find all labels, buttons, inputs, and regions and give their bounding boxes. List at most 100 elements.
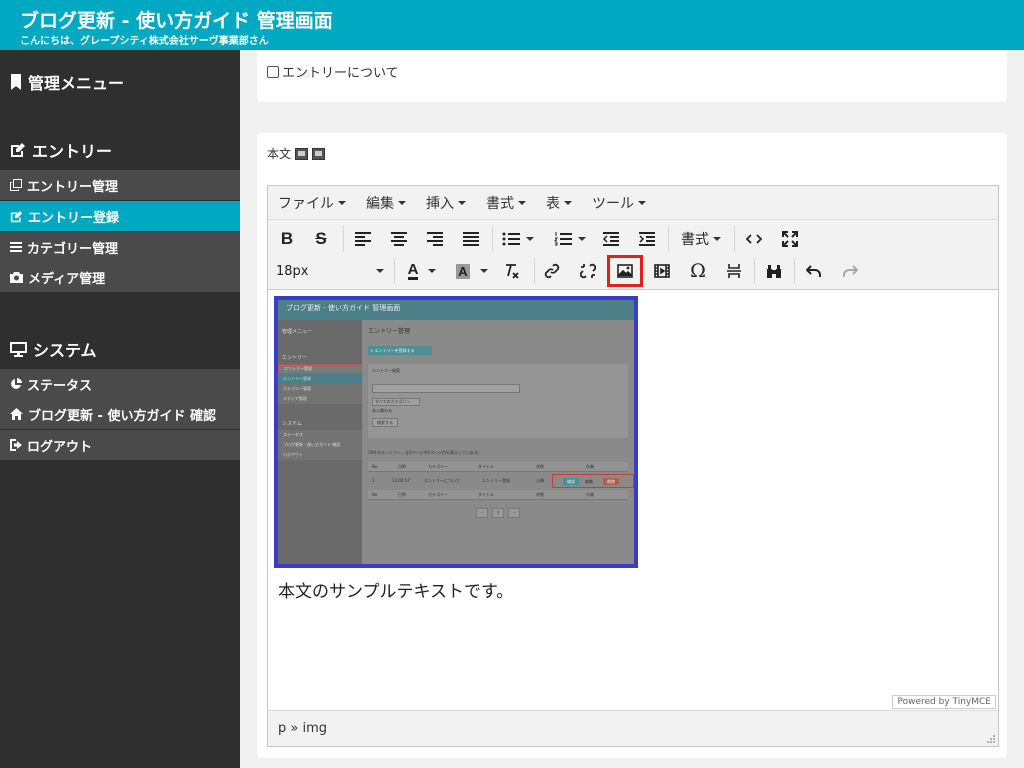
- image-icon: [617, 264, 633, 278]
- sidebar-item-entry-manage[interactable]: エントリー管理: [0, 170, 240, 200]
- page-break-icon: [727, 264, 741, 278]
- background-color-button[interactable]: A: [452, 259, 492, 283]
- page-break-button[interactable]: [722, 259, 746, 283]
- caret-down-icon: [398, 200, 406, 205]
- insert-video-button[interactable]: [650, 259, 674, 283]
- thumb-table-header: No 日時 カテゴリー タイトル 状態 作業: [368, 462, 628, 472]
- editor-menubar: ファイル 編集 挿入 書式 表 ツール: [268, 186, 998, 220]
- thumb-table-footer: No 日時 カテゴリー タイトル 状態 作業: [368, 490, 628, 500]
- element-path[interactable]: p » img: [278, 721, 327, 736]
- caret-down-icon: [564, 200, 572, 205]
- body-text[interactable]: 本文のサンプルテキストです。: [278, 577, 513, 602]
- omega-icon: Ω: [690, 260, 706, 282]
- align-right-icon: [427, 232, 443, 246]
- caret-down-icon: [713, 237, 721, 241]
- thumb-add-button: + エントリーを登録する: [368, 346, 432, 355]
- thumb-pager-page: 1: [492, 508, 504, 518]
- screen-add-icon[interactable]: [312, 147, 326, 160]
- thumb-search-input: [372, 384, 520, 393]
- redo-button[interactable]: [838, 259, 862, 283]
- font-size-select[interactable]: 18px: [276, 259, 384, 283]
- indent-button[interactable]: [636, 227, 658, 251]
- sidebar-item-logout[interactable]: ログアウト: [0, 430, 240, 460]
- source-code-button[interactable]: [742, 227, 766, 251]
- bookmark-icon: [11, 74, 21, 90]
- entry-about-checkbox[interactable]: [267, 65, 279, 78]
- caret-down-icon: [578, 237, 586, 241]
- embedded-screenshot-image[interactable]: ブログ更新 - 使い方ガイド 管理画面 管理メニュー エントリー エントリー管理…: [274, 296, 638, 568]
- caret-down-icon: [458, 200, 466, 205]
- sidebar-item-blog-view[interactable]: ブログ更新 - 使い方ガイド 確認: [0, 399, 240, 429]
- unlink-icon: [580, 263, 596, 279]
- align-left-button[interactable]: [352, 227, 374, 251]
- thumb-search-box: エントリー検索 すべてのカテゴリー 未公開のみ 検索する: [368, 364, 628, 438]
- thumb-page-title: エントリー管理: [368, 328, 411, 335]
- thumb-pager-next: ›: [508, 508, 520, 518]
- align-justify-button[interactable]: [460, 227, 482, 251]
- sidebar-item-category-manage[interactable]: カテゴリー管理: [0, 232, 240, 262]
- body-panel: 本文 ファイル 編集 挿入 書式 表 ツール B S 書式 18px A A Ω…: [257, 133, 1007, 758]
- app-title: ブログ更新 - 使い方ガイド 管理画面: [20, 10, 333, 32]
- list-icon: [10, 242, 22, 252]
- menu-insert[interactable]: 挿入: [426, 193, 466, 213]
- link-icon: [544, 263, 560, 279]
- bullet-list-icon: [502, 232, 520, 246]
- menu-format[interactable]: 書式: [486, 193, 526, 213]
- insert-image-button[interactable]: [607, 255, 643, 287]
- entry-about-row: エントリーについて: [267, 62, 399, 81]
- resize-handle-icon[interactable]: [986, 734, 996, 744]
- numbered-list-icon: [554, 232, 572, 246]
- remove-link-button[interactable]: [576, 259, 600, 283]
- caret-down-icon: [638, 200, 646, 205]
- undo-button[interactable]: [802, 259, 826, 283]
- insert-link-button[interactable]: [540, 259, 564, 283]
- menu-tools[interactable]: ツール: [592, 193, 646, 213]
- rich-text-editor: ファイル 編集 挿入 書式 表 ツール B S 書式 18px A A Ω ブロ…: [267, 185, 999, 747]
- undo-icon: [806, 265, 821, 277]
- thumb-nav-item: エントリー登録: [278, 374, 362, 384]
- video-icon: [654, 264, 670, 278]
- editor-content[interactable]: ブログ更新 - 使い方ガイド 管理画面 管理メニュー エントリー エントリー管理…: [268, 291, 998, 696]
- find-replace-button[interactable]: [762, 259, 786, 283]
- bullet-list-button[interactable]: [500, 227, 536, 251]
- outdent-button[interactable]: [600, 227, 622, 251]
- menu-file[interactable]: ファイル: [278, 193, 346, 213]
- align-center-button[interactable]: [388, 227, 410, 251]
- thumb-nav-item: カテゴリー管理: [278, 384, 362, 394]
- format-dropdown[interactable]: 書式: [676, 227, 726, 251]
- menu-edit[interactable]: 編集: [366, 193, 406, 213]
- strikethrough-button[interactable]: S: [310, 227, 332, 251]
- powered-by-link[interactable]: Powered by TinyMCE: [892, 695, 996, 709]
- sidebar-item-status[interactable]: ステータス: [0, 369, 240, 399]
- caret-down-icon: [479, 269, 488, 273]
- redo-icon: [843, 265, 858, 277]
- thumb-nav-item: ステータス: [278, 430, 362, 440]
- editor-statusbar: p » img: [268, 710, 998, 746]
- screen-icon[interactable]: [295, 147, 309, 160]
- thumb-sidebar: 管理メニュー エントリー エントリー管理 エントリー登録 カテゴリー管理 メディ…: [278, 320, 362, 564]
- clear-formatting-button[interactable]: [500, 259, 524, 283]
- thumb-nav-menu: 管理メニュー: [282, 329, 313, 335]
- entry-about-panel: エントリーについて: [257, 50, 1007, 102]
- binoculars-icon: [767, 265, 781, 278]
- align-center-icon: [391, 232, 407, 246]
- sidebar-item-media-manage[interactable]: メディア管理: [0, 262, 240, 292]
- thumb-nav-entry: エントリー: [282, 355, 308, 361]
- thumb-nav-item: エントリー管理: [278, 364, 362, 374]
- menu-table[interactable]: 表: [546, 193, 572, 213]
- thumb-count-text: 39件のエントリー。全3ページ中1ページ目を表示しています。: [368, 450, 482, 455]
- outdent-icon: [602, 232, 619, 246]
- sidebar-item-entry-register[interactable]: エントリー登録: [0, 201, 240, 231]
- fullscreen-button[interactable]: [778, 227, 802, 251]
- caret-down-icon: [338, 200, 346, 205]
- highlight-color-icon: A: [456, 263, 470, 279]
- bold-button[interactable]: B: [276, 227, 298, 251]
- thumb-search-button: 検索する: [372, 418, 398, 427]
- thumb-category-select: すべてのカテゴリー: [372, 398, 420, 406]
- align-right-button[interactable]: [424, 227, 446, 251]
- edit-icon: [10, 210, 23, 222]
- text-color-button[interactable]: A: [402, 259, 442, 283]
- special-character-button[interactable]: Ω: [686, 259, 710, 283]
- numbered-list-button[interactable]: [552, 227, 588, 251]
- monitor-icon: [10, 341, 27, 357]
